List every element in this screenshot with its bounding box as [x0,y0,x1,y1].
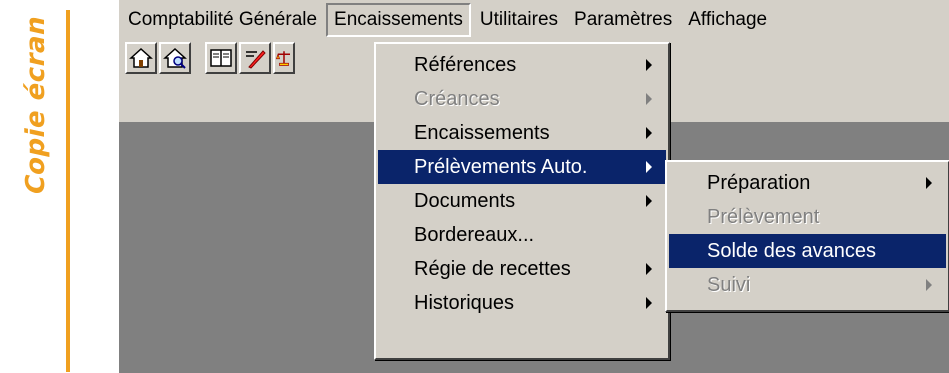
menu-utilitaires[interactable]: Utilitaires [473,4,565,36]
menu-item-label: Prélèvements Auto. [414,155,588,178]
edit-button[interactable] [239,42,271,74]
scale-button[interactable] [273,42,295,74]
submenu-arrow-icon [646,195,652,207]
home-button[interactable] [125,42,157,74]
menu-item-label: Prélèvement [707,205,820,228]
menu-parametres[interactable]: Paramètres [567,4,679,36]
menu-item-regie-de-recettes[interactable]: Régie de recettes [378,252,666,286]
side-caption: Copie écran [6,10,66,200]
menu-item-label: Références [414,53,517,76]
home-icon [129,47,153,68]
menu-item-preparation[interactable]: Préparation [669,166,946,200]
side-divider [66,10,70,372]
book-icon [210,49,232,67]
submenu-arrow-icon [646,297,652,309]
submenu-arrow-icon [646,59,652,71]
home-search-button[interactable] [159,42,191,74]
menu-item-label: Préparation [707,171,811,194]
menu-item-label: Solde des avances [707,239,877,262]
menu-item-solde-des-avances[interactable]: Solde des avances [669,234,946,268]
menu-item-label: Suivi [707,273,751,296]
submenu-arrow-icon [926,177,932,189]
scale-icon [275,51,290,66]
book-button[interactable] [205,42,237,74]
menu-bar: Comptabilité Générale Encaissements Util… [119,0,949,40]
submenu-arrow-icon [646,263,652,275]
home-search-icon [163,47,187,69]
menu-item-creances: Créances [378,82,666,116]
encaissements-menu: Références Créances Encaissements Prélèv… [374,42,670,360]
submenu-arrow-icon [646,127,652,139]
menu-item-suivi: Suivi [669,268,946,302]
menu-item-bordereaux[interactable]: Bordereaux... [378,218,666,252]
menu-item-references[interactable]: Références [378,48,666,82]
pen-edit-icon [246,50,266,69]
menu-item-label: Historiques [414,291,515,314]
menu-item-label: Bordereaux... [414,223,535,246]
menu-item-encaissements[interactable]: Encaissements [378,116,666,150]
submenu-arrow-icon [646,161,652,173]
submenu-arrow-icon [646,93,652,105]
prelevements-submenu: Préparation Prélèvement Solde des avance… [665,160,949,312]
menu-item-historiques[interactable]: Historiques [378,286,666,320]
side-caption-text: Copie écran [21,12,51,198]
menu-item-label: Documents [414,189,516,212]
submenu-arrow-icon [926,279,932,291]
menu-encaissements[interactable]: Encaissements [326,3,471,37]
menu-item-prelevements-auto[interactable]: Prélèvements Auto. [378,150,666,184]
app-window: Comptabilité Générale Encaissements Util… [119,0,949,373]
menu-item-label: Régie de recettes [414,257,571,280]
menu-item-prelevement: Prélèvement [669,200,946,234]
menu-affichage[interactable]: Affichage [681,4,774,36]
menu-comptabilite-generale[interactable]: Comptabilité Générale [121,4,324,36]
menu-item-label: Encaissements [414,121,550,144]
menu-item-label: Créances [414,87,500,110]
menu-item-documents[interactable]: Documents [378,184,666,218]
